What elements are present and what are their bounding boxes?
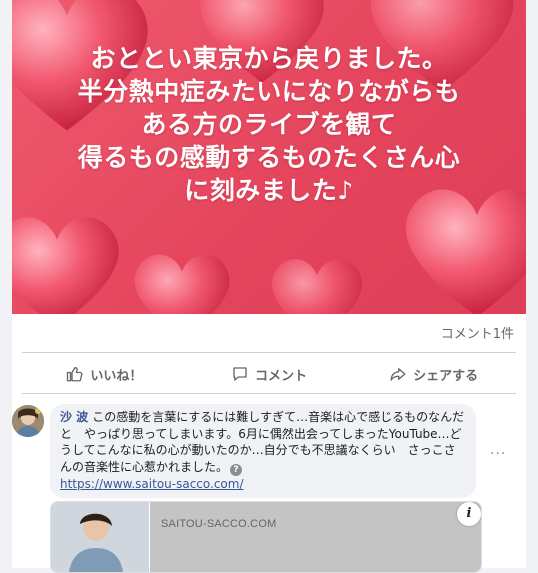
preview-image [51,502,149,572]
like-button[interactable]: いいね！ [22,357,187,391]
post-image-text: おととい東京から戻りました。 半分熱中症みたいになりながらも ある方のライブを観… [12,42,526,207]
post-image[interactable]: おととい東京から戻りました。 半分熱中症みたいになりながらも ある方のライブを観… [12,0,526,314]
share-icon [390,368,406,381]
thumbs-up-icon [67,366,83,382]
preview-domain: SAITOU-SACCO.COM [161,518,277,530]
post-image-line: 得るもの感動するものたくさん心 [77,143,461,172]
post-image-line: に刻みました♪ [184,176,354,205]
question-icon[interactable]: ? [230,463,243,476]
avatar-image [12,405,44,437]
info-icon[interactable]: i [457,502,481,526]
link-preview[interactable]: SAITOU-SACCO.COM i [50,501,482,573]
comment-author[interactable]: 沙 波 [60,410,88,424]
divider [22,352,516,353]
comment-link[interactable]: https://www.saitou-sacco.com/ [60,477,244,491]
avatar[interactable] [12,405,44,437]
comment-label: コメント [255,368,308,384]
post-image-line: おととい東京から戻りました。 [90,44,448,73]
heart-decoration [134,254,230,314]
comment-icon [233,367,247,381]
comment-count[interactable]: コメント1件 [441,323,514,342]
comment-text: この感動を言葉にするには難しすぎて…音楽は心で感じるものなんだと やっぱり思って… [60,410,465,474]
heart-decoration [12,217,119,314]
comment-bubble: 沙 波この感動を言葉にするには難しすぎて…音楽は心で感じるものなんだと やっぱり… [50,404,476,498]
action-bar: いいね！ コメント シェアする [22,357,516,391]
comment-button[interactable]: コメント [187,357,352,391]
preview-content [150,502,481,572]
share-label: シェアする [413,368,479,384]
share-button[interactable]: シェアする [351,357,516,391]
like-label: いいね！ [90,368,143,384]
post-image-line: ある方のライブを観て [141,110,397,139]
divider [22,393,516,394]
heart-decoration [271,259,363,314]
more-options-icon[interactable]: ··· [490,446,506,462]
post-image-line: 半分熱中症みたいになりながらも [77,77,461,106]
